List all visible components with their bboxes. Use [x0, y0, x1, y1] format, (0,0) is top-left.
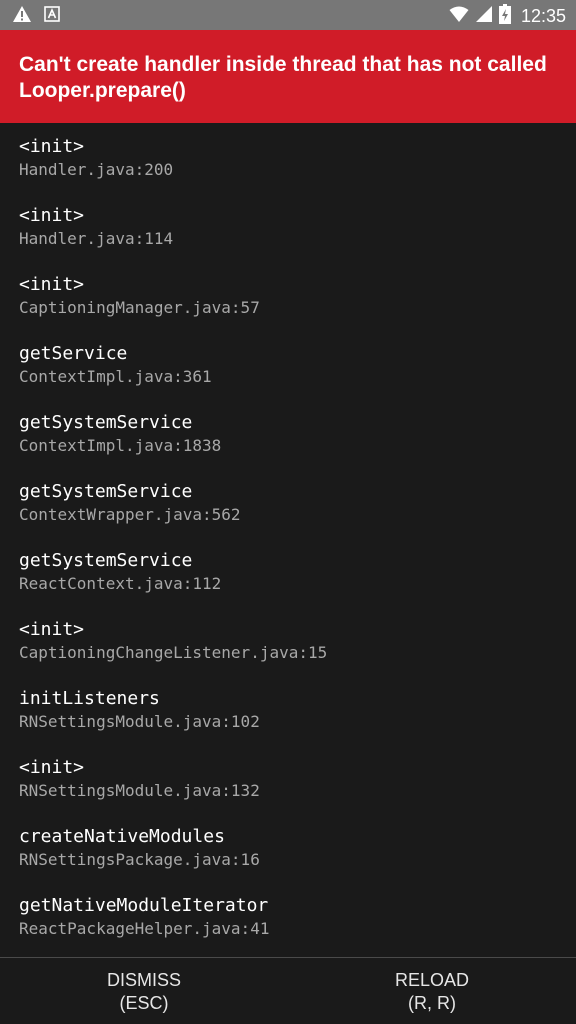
frame-file: RNSettingsModule.java:102 [19, 712, 260, 731]
dismiss-label: DISMISS [106, 970, 181, 990]
stack-frame[interactable]: createNativeModules RNSettingsPackage.ja… [19, 826, 260, 870]
frame-file: ReactPackageHelper.java:41 [19, 919, 270, 938]
frame-file: RNSettingsModule.java:132 [19, 781, 260, 800]
reload-button[interactable]: RELOAD (R, R) [288, 958, 576, 1024]
dismiss-button[interactable]: DISMISS (ESC) [0, 958, 288, 1024]
stack-frame[interactable]: getSystemService ReactContext.java:112 [19, 550, 221, 594]
frame-method: getService [19, 343, 128, 364]
battery-charging-icon [498, 4, 511, 29]
stack-frame[interactable]: <init> CaptioningChangeListener.java:15 [19, 619, 327, 663]
stack-frame[interactable]: initListeners RNSettingsModule.java:102 [19, 688, 260, 732]
frame-file: Handler.java:200 [19, 160, 174, 179]
frame-file: Handler.java:114 [19, 229, 174, 248]
frame-method: createNativeModules [19, 826, 225, 847]
stack-frame[interactable]: <init> Handler.java:114 [19, 205, 173, 249]
frame-file: ReactContext.java:112 [19, 574, 222, 593]
stack-frame[interactable]: getSystemService ContextImpl.java:1838 [19, 412, 221, 456]
status-bar-left [12, 5, 60, 28]
stack-frame[interactable]: <init> RNSettingsModule.java:132 [19, 757, 260, 801]
reload-label: RELOAD [394, 970, 470, 990]
status-bar: 12:35 [0, 0, 576, 30]
stack-frame[interactable]: getSystemService ContextWrapper.java:562 [19, 481, 241, 525]
frame-method: <init> [19, 757, 85, 778]
stack-frame[interactable]: getService ContextImpl.java:361 [19, 343, 212, 387]
status-bar-right: 12:35 [449, 4, 566, 29]
frame-file: ContextImpl.java:1838 [19, 436, 222, 455]
frame-file: ContextWrapper.java:562 [19, 505, 241, 524]
dismiss-shortcut: (ESC) [119, 993, 169, 1013]
frame-file: CaptioningManager.java:57 [19, 298, 260, 317]
frame-file: CaptioningChangeListener.java:15 [19, 643, 328, 662]
action-bar: DISMISS (ESC) RELOAD (R, R) [0, 957, 576, 1024]
warning-icon [12, 5, 32, 28]
frame-method: getSystemService [19, 412, 193, 433]
frame-file: ContextImpl.java:361 [19, 367, 212, 386]
frame-method: initListeners [19, 688, 160, 709]
frame-method: <init> [19, 619, 85, 640]
error-banner: Can't create handler inside thread that … [0, 30, 576, 123]
signal-icon [475, 5, 493, 28]
frame-method: getSystemService [19, 550, 193, 571]
wifi-icon [449, 5, 469, 28]
frame-method: getSystemService [19, 481, 193, 502]
frame-method: getNativeModuleIterator [19, 895, 269, 916]
stack-frame[interactable]: <init> Handler.java:200 [19, 136, 173, 180]
frame-method: <init> [19, 274, 85, 295]
error-message: Can't create handler inside thread that … [19, 53, 547, 102]
stack-trace-list[interactable]: <init> Handler.java:200 <init> Handler.j… [0, 123, 576, 957]
frame-file: RNSettingsPackage.java:16 [19, 850, 260, 869]
stack-frame[interactable]: getNativeModuleIterator ReactPackageHelp… [19, 895, 269, 939]
font-app-icon [44, 6, 60, 27]
frame-method: <init> [19, 205, 85, 226]
stack-frame[interactable]: <init> CaptioningManager.java:57 [19, 274, 260, 318]
status-time: 12:35 [520, 6, 566, 26]
frame-method: <init> [19, 136, 85, 157]
reload-shortcut: (R, R) [408, 993, 456, 1013]
